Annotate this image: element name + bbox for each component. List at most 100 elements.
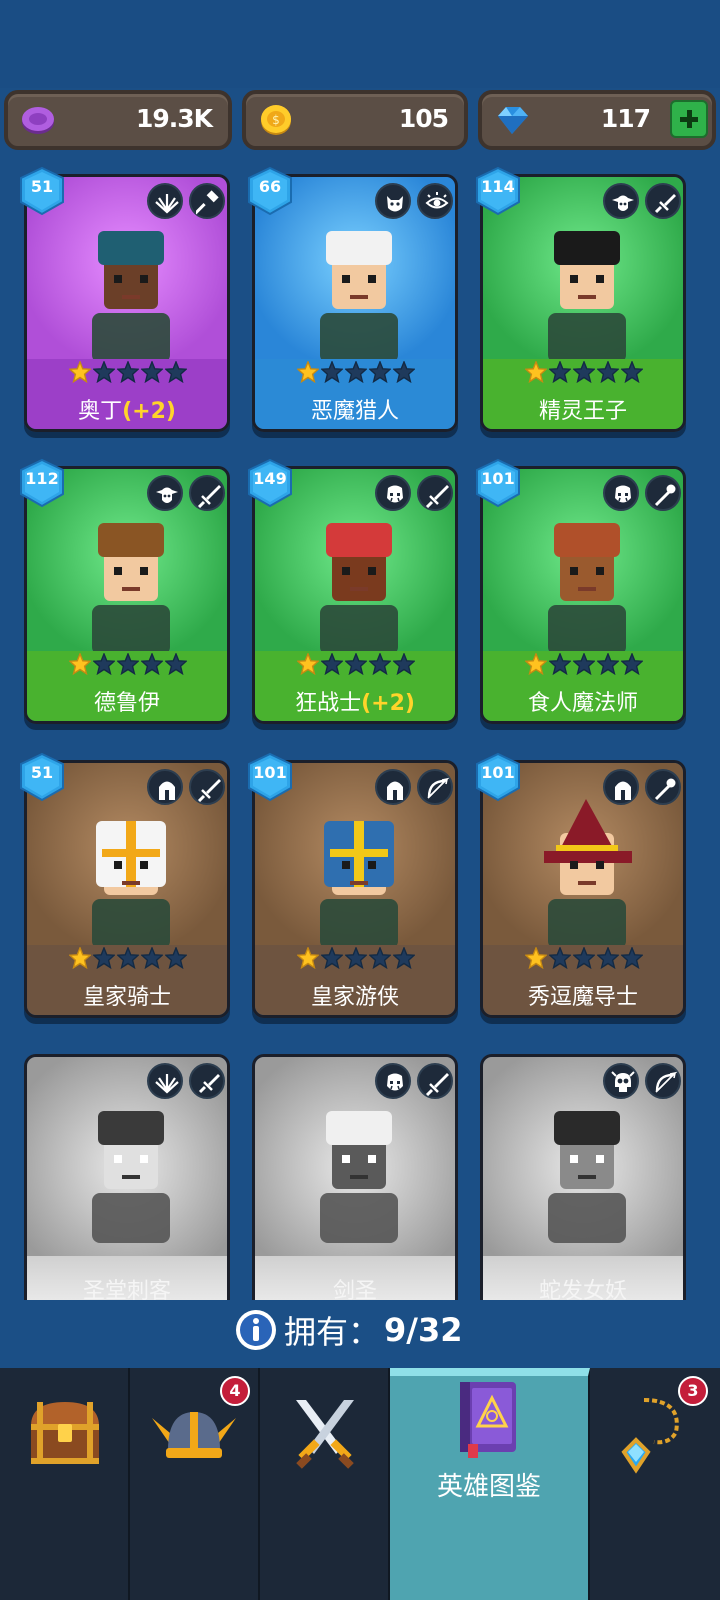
star-empty-icon [621,947,643,969]
hero-card[interactable]: 圣堂刺客 [24,1054,230,1300]
star-empty-icon [621,361,643,383]
star-empty-icon [165,947,187,969]
hammer-icon [189,183,225,219]
blue-diamond-icon [498,107,528,134]
wings-icon [147,1063,183,1099]
heroes-notification-badge: 4 [220,1376,250,1406]
star-empty-icon [393,361,415,383]
treasure-chest-icon [31,1402,99,1464]
elf-face-icon [147,475,183,511]
star-empty-icon [165,361,187,383]
amulet-icon [621,1398,679,1474]
currency-purple-gems[interactable]: 19.3K [4,90,232,150]
viking-helmet-icon [152,1412,236,1458]
info-icon[interactable] [234,1308,278,1352]
hero-level-badge: 101 [474,752,522,802]
nav-item-amulet[interactable]: 3 [590,1368,720,1600]
hero-name: 皇家骑士 [82,985,171,1010]
hero-card[interactable]: 蛇发女妖 [480,1054,686,1300]
hero-level-badge: 149 [246,458,294,508]
elf-face-icon [603,183,639,219]
hero-level-value: 114 [481,177,515,196]
currency-coins[interactable]: $ 105 [242,90,468,150]
hero-star-rating [69,947,187,969]
star-empty-icon [393,653,415,675]
star-filled-icon [69,947,91,969]
sword-icon [417,475,453,511]
hero-level-value: 112 [25,469,59,488]
hero-level-value: 149 [253,469,287,488]
nav-item-chest[interactable] [0,1368,130,1600]
star-empty-icon [141,947,163,969]
crossed-swords-icon [296,1400,354,1469]
hero-level-value: 101 [481,469,515,488]
hero-name: 蛇发女妖 [538,1279,627,1300]
nav-item-heroes[interactable]: 4 [130,1368,260,1600]
star-empty-icon [345,947,367,969]
star-empty-icon [597,361,619,383]
helmet-icon [147,769,183,805]
star-empty-icon [345,361,367,383]
hero-star-rating [297,361,415,383]
star-empty-icon [597,947,619,969]
top-band [0,0,720,88]
star-empty-icon [369,361,391,383]
hero-name: 奥丁(+2) [78,399,176,424]
dagger-icon [645,183,681,219]
hero-star-rating [69,361,187,383]
star-empty-icon [549,947,571,969]
hero-star-rating [525,653,643,675]
spellbook-icon [460,1382,516,1458]
hero-card[interactable]: 剑圣 [252,1054,458,1300]
skull-icon [603,1063,639,1099]
star-empty-icon [141,361,163,383]
star-empty-icon [393,947,415,969]
star-filled-icon [69,361,91,383]
star-empty-icon [621,653,643,675]
hero-name: 狂战士(+2) [295,691,415,716]
hero-level-badge: 101 [474,458,522,508]
bottom-nav: 4 英雄图鉴 3 [0,1368,720,1600]
orc-face-icon [603,475,639,511]
star-empty-icon [573,653,595,675]
star-empty-icon [321,361,343,383]
gold-coin-icon: $ [261,105,291,135]
eye-icon [417,183,453,219]
star-empty-icon [93,361,115,383]
star-filled-icon [525,653,547,675]
diamonds-value: 117 [600,104,651,133]
currency-diamonds[interactable]: 117 [478,90,716,150]
hero-star-rating [525,361,643,383]
svg-text:$: $ [272,113,280,127]
star-empty-icon [573,361,595,383]
demon-face-icon [375,183,411,219]
bow-icon [645,1063,681,1099]
hero-name: 食人魔法师 [527,691,638,716]
star-empty-icon [141,653,163,675]
nav-item-codex[interactable]: 英雄图鉴 [390,1368,590,1600]
hero-name: 皇家游侠 [310,985,399,1010]
hero-name: 秀逗魔导士 [527,985,638,1010]
hero-level-badge: 51 [18,752,66,802]
hero-level-value: 51 [30,177,54,196]
star-filled-icon [297,361,319,383]
hero-star-rating [525,947,643,969]
star-empty-icon [345,653,367,675]
nav-item-battle[interactable] [260,1368,390,1600]
amulet-notification-badge: 3 [678,1376,708,1406]
hero-level-value: 101 [481,763,515,782]
hero-name: 圣堂刺客 [82,1279,171,1300]
star-empty-icon [573,947,595,969]
hero-level-badge: 112 [18,458,66,508]
hero-level-badge: 66 [246,166,294,216]
staff-icon [645,769,681,805]
star-empty-icon [93,653,115,675]
orc-face-icon [375,475,411,511]
star-empty-icon [165,653,187,675]
hero-level-value: 51 [30,763,54,782]
add-diamonds-button[interactable] [670,100,708,138]
star-empty-icon [597,653,619,675]
hero-name: 剑圣 [332,1279,377,1300]
hero-star-rating [297,653,415,675]
purple-gems-value: 19.3K [135,104,213,133]
